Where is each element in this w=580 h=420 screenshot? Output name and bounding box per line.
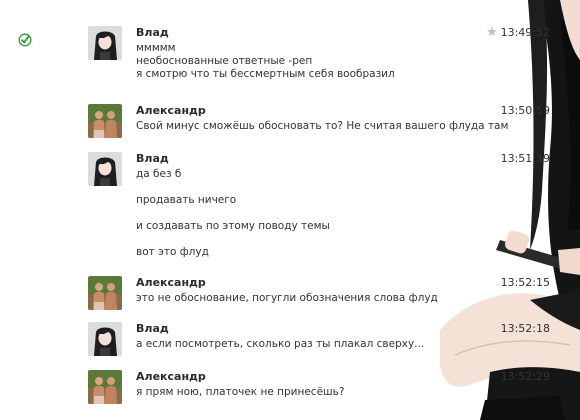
message-line: продавать ничего [136, 194, 237, 206]
message-time: 13:52:18 [500, 322, 550, 335]
message-line: я прям ною, платочек не принесёшь? [136, 386, 345, 398]
sender-name: Александр [136, 104, 206, 117]
avatar[interactable] [88, 276, 122, 310]
sender-name: Александр [136, 276, 206, 289]
message-body: да без б продавать ничего и создавать по… [136, 168, 496, 259]
message-time: 13:49:52 [500, 26, 550, 39]
message-line: и создавать по этому поводу темы [136, 220, 330, 232]
avatar[interactable] [88, 104, 122, 138]
message-time: 13:51:39 [500, 152, 550, 165]
sender-name: Влад [136, 322, 169, 335]
avatar[interactable] [88, 322, 122, 356]
message-line: ммммм [136, 42, 176, 54]
sender-name: Александр [136, 370, 206, 383]
avatar[interactable] [88, 370, 122, 404]
message-body: а если посмотреть, сколько раз ты плакал… [136, 338, 496, 351]
check-circle-icon [18, 33, 32, 50]
message-time: 13:50:59 [500, 104, 550, 117]
chat-history: Влад ★ 13:49:52 ммммм необоснованные отв… [0, 0, 580, 420]
avatar[interactable] [88, 26, 122, 60]
message-line: я смотрю что ты бессмертным себя вообраз… [136, 68, 395, 80]
message-line: необоснованные ответные -реп [136, 55, 313, 67]
message-line: да без б [136, 168, 182, 180]
message-body: ммммм необоснованные ответные -реп я смо… [136, 42, 496, 81]
message-time: 13:52:15 [500, 276, 550, 289]
message-line: это не обоснование, погугли обозначения … [136, 292, 438, 304]
message-line: Свой минус сможёшь обосновать то? Не счи… [136, 120, 509, 132]
sender-name: Влад [136, 26, 169, 39]
message-time: 13:52:29 [500, 370, 550, 383]
message-body: это не обоснование, погугли обозначения … [136, 292, 496, 305]
message-line: а если посмотреть, сколько раз ты плакал… [136, 338, 425, 350]
avatar[interactable] [88, 152, 122, 186]
message-line: вот это флуд [136, 246, 209, 258]
message-body: я прям ною, платочек не принесёшь? [136, 386, 496, 399]
message-body: Свой минус сможёшь обосновать то? Не счи… [136, 120, 509, 133]
star-icon[interactable]: ★ [486, 25, 498, 40]
sender-name: Влад [136, 152, 169, 165]
